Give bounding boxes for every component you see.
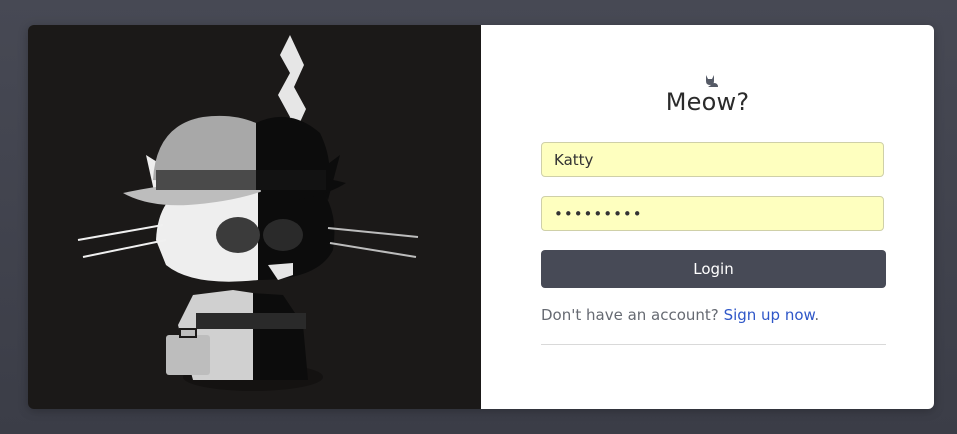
signup-link[interactable]: Sign up now	[724, 306, 815, 324]
cat-icon	[706, 75, 718, 87]
login-panel: Meow? Login Don't have an account? Sign …	[481, 25, 934, 409]
username-field[interactable]	[541, 142, 884, 177]
detective-cat-illustration	[77, 35, 419, 391]
signup-suffix: .	[814, 306, 820, 324]
password-field[interactable]	[541, 196, 884, 231]
page-title: Meow?	[665, 88, 750, 116]
login-card: Meow? Login Don't have an account? Sign …	[28, 25, 934, 409]
signup-prompt-text: Don't have an account?	[541, 306, 719, 324]
signup-prompt: Don't have an account? Sign up now.	[541, 306, 819, 324]
hero-illustration	[28, 25, 481, 409]
login-button[interactable]: Login	[541, 250, 886, 288]
divider	[541, 344, 886, 345]
